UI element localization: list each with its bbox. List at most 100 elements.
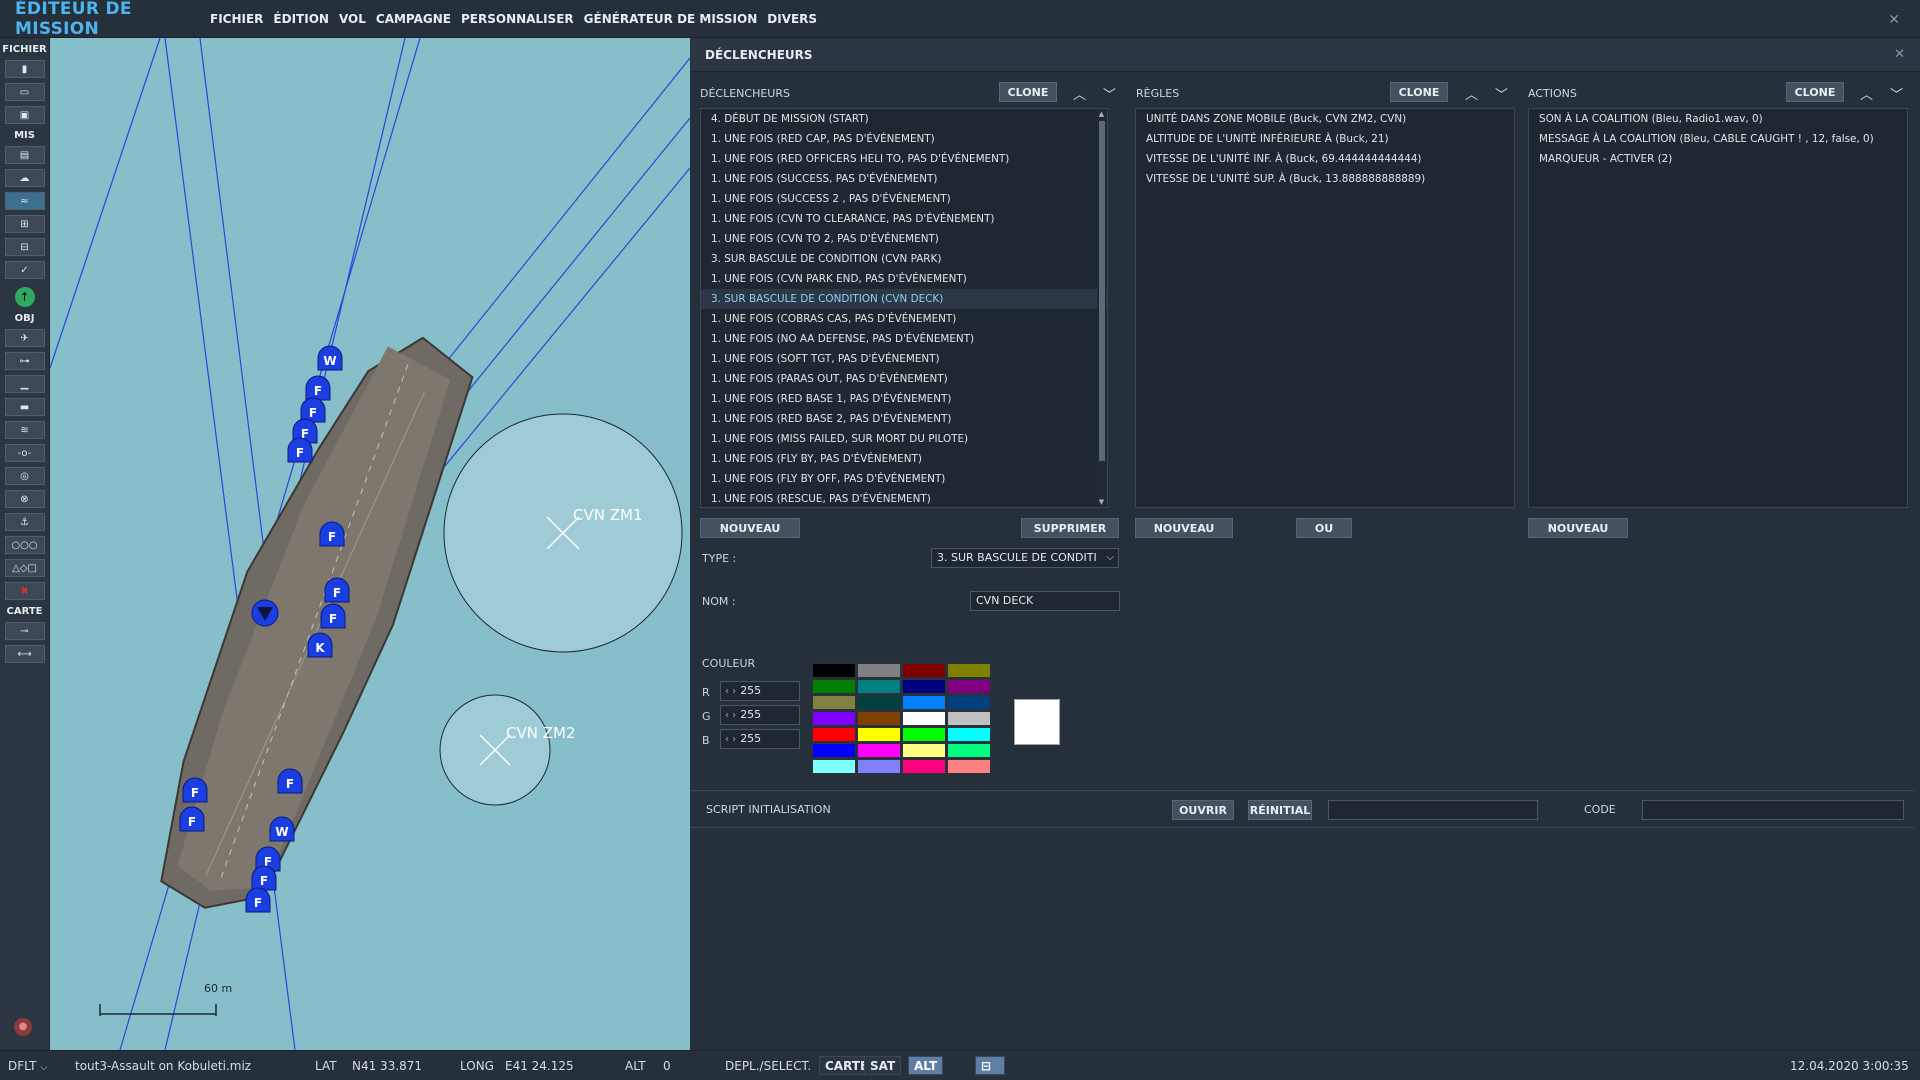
color-swatch[interactable] — [902, 663, 946, 678]
menu-campagne[interactable]: CAMPAGNE — [376, 12, 451, 26]
map-canvas[interactable]: CVN ZM1 CVN ZM2 WFFFFFFFKFFFWFFF 60 m — [50, 38, 690, 1050]
stepper-arrows-icon[interactable]: ‹ › — [721, 686, 736, 697]
triggers-down-icon[interactable]: ﹀ — [1103, 84, 1116, 103]
color-swatch[interactable] — [902, 711, 946, 726]
naval-icon[interactable]: ⚓ — [4, 513, 45, 531]
window-close-icon[interactable]: ✕ — [1888, 12, 1900, 28]
color-swatch[interactable] — [857, 743, 901, 758]
rule-item[interactable]: VITESSE DE L'UNITÉ SUP. À (Buck, 13.8888… — [1136, 169, 1514, 189]
airbase-icon[interactable]: ⊗ — [4, 490, 45, 508]
triggers-icon[interactable]: ⊞ — [4, 215, 45, 233]
action-item[interactable]: MESSAGE À LA COALITION (Bleu, CABLE CAUG… — [1529, 129, 1907, 149]
color-swatch[interactable] — [902, 727, 946, 742]
trigger-item[interactable]: 1. UNE FOIS (FLY BY OFF, PAS D'ÉVÉNEMENT… — [701, 469, 1107, 489]
g-stepper[interactable]: ‹ › 255 — [720, 705, 800, 725]
rules-down-icon[interactable]: ﹀ — [1495, 84, 1508, 103]
trigger-item[interactable]: 1. UNE FOIS (SUCCESS 2 , PAS D'ÉVÉNEMENT… — [701, 189, 1107, 209]
trigger-item[interactable]: 1. UNE FOIS (COBRAS CAS, PAS D'ÉVÉNEMENT… — [701, 309, 1107, 329]
armor-icon[interactable]: ≋ — [4, 421, 45, 439]
scroll-thumb[interactable] — [1099, 121, 1105, 461]
checkmark-icon[interactable]: ✓ — [4, 261, 45, 279]
rule-item[interactable]: VITESSE DE L'UNITÉ INF. À (Buck, 69.4444… — [1136, 149, 1514, 169]
actions-clone-button[interactable]: CLONE — [1786, 82, 1844, 102]
unit-marker[interactable]: W — [317, 345, 343, 371]
rule-item[interactable]: UNITÉ DANS ZONE MOBILE (Buck, CVN ZM2, C… — [1136, 109, 1514, 129]
trigger-delete-button[interactable]: SUPPRIMER — [1021, 518, 1119, 538]
color-swatch[interactable] — [857, 695, 901, 710]
code-input[interactable] — [1642, 800, 1904, 820]
unit-marker[interactable]: F — [251, 865, 277, 891]
color-swatch[interactable] — [947, 663, 991, 678]
color-swatch[interactable] — [902, 759, 946, 774]
triggers-list[interactable]: 4. DÉBUT DE MISSION (START) 1. UNE FOIS (… — [700, 108, 1108, 508]
trigger-item[interactable]: 1. UNE FOIS (MISS FAILED, SUR MORT DU PI… — [701, 429, 1107, 449]
trigger-item[interactable]: 1. UNE FOIS (SOFT TGT, PAS D'ÉVÉNEMENT) — [701, 349, 1107, 369]
trigger-item[interactable]: 1. UNE FOIS (PARAS OUT, PAS D'ÉVÉNEMENT) — [701, 369, 1107, 389]
record-icon[interactable]: ● — [14, 1018, 32, 1036]
target-icon[interactable]: ◎ — [4, 467, 45, 485]
unit-marker[interactable]: F — [320, 603, 346, 629]
rules-list[interactable]: UNITÉ DANS ZONE MOBILE (Buck, CVN ZM2, C… — [1135, 108, 1515, 508]
color-swatch[interactable] — [812, 663, 856, 678]
selected-unit-icon[interactable] — [251, 599, 279, 627]
triggers-clone-button[interactable]: CLONE — [999, 82, 1057, 102]
color-swatch[interactable] — [857, 711, 901, 726]
trigger-item[interactable]: 1. UNE FOIS (FLY BY, PAS D'ÉVÉNEMENT) — [701, 449, 1107, 469]
script-open-button[interactable]: OUVRIR — [1172, 800, 1234, 820]
color-swatch[interactable] — [947, 679, 991, 694]
color-swatch[interactable] — [812, 743, 856, 758]
trigger-item[interactable]: 1. UNE FOIS (RED BASE 2, PAS D'ÉVÉNEMENT… — [701, 409, 1107, 429]
scroll-down-icon[interactable]: ▼ — [1097, 497, 1106, 507]
trigger-item[interactable]: 1. UNE FOIS (NO AA DEFENSE, PAS D'ÉVÉNEM… — [701, 329, 1107, 349]
ruler-icon[interactable]: ⟷ — [4, 645, 45, 663]
color-swatch[interactable] — [812, 711, 856, 726]
unit-marker[interactable]: F — [179, 806, 205, 832]
zone-cvn-zm1[interactable]: CVN ZM1 — [443, 413, 683, 653]
trigger-item[interactable]: 1. UNE FOIS (CVN PARK END, PAS D'ÉVÉNEME… — [701, 269, 1107, 289]
trigger-item[interactable]: 1. UNE FOIS (SUCCESS, PAS D'ÉVÉNEMENT) — [701, 169, 1107, 189]
trigger-item[interactable]: 3. SUR BASCULE DE CONDITION (CVN DECK) — [701, 289, 1107, 309]
color-swatch[interactable] — [857, 727, 901, 742]
stepper-arrows-icon[interactable]: ‹ › — [721, 710, 736, 721]
menu-divers[interactable]: DIVERS — [767, 12, 817, 26]
color-swatch[interactable] — [947, 743, 991, 758]
rule-or-button[interactable]: OU — [1296, 518, 1352, 538]
trigger-item[interactable]: 1. UNE FOIS (RED OFFICERS HELI TO, PAS D… — [701, 149, 1107, 169]
briefing-icon[interactable]: ▤ — [4, 146, 45, 164]
menu-vol[interactable]: VOL — [339, 12, 366, 26]
b-stepper[interactable]: ‹ › 255 — [720, 729, 800, 749]
template-icon[interactable]: ○○○ — [4, 536, 45, 554]
color-swatch[interactable] — [902, 695, 946, 710]
zone-cvn-zm2[interactable]: CVN ZM2 — [439, 694, 576, 806]
ship-icon[interactable]: ▁ — [4, 375, 45, 393]
unit-marker[interactable]: F — [305, 375, 331, 401]
trigger-item[interactable]: 1. UNE FOIS (RED BASE 1, PAS D'ÉVÉNEMENT… — [701, 389, 1107, 409]
unit-marker[interactable]: F — [245, 887, 271, 913]
weather-icon[interactable]: ☁ — [4, 169, 45, 187]
action-item[interactable]: MARQUEUR - ACTIVER (2) — [1529, 149, 1907, 169]
color-swatch[interactable] — [812, 759, 856, 774]
color-swatch[interactable] — [857, 759, 901, 774]
color-swatch[interactable] — [947, 711, 991, 726]
color-swatch[interactable] — [857, 663, 901, 678]
save-icon[interactable]: ▣ — [4, 106, 45, 124]
move-select-mode[interactable]: DEPL./SELECT. — [725, 1059, 811, 1073]
r-stepper[interactable]: ‹ › 255 — [720, 681, 800, 701]
type-select[interactable]: 3. SUR BASCULE DE CONDITI ⌵ — [931, 548, 1119, 568]
menu-fichier[interactable]: FICHIER — [210, 12, 263, 26]
actions-list[interactable]: SON À LA COALITION (Bleu, Radio1.wav, 0)… — [1528, 108, 1908, 508]
script-reset-button[interactable]: RÉINITIAL — [1248, 800, 1312, 820]
color-swatch[interactable] — [947, 727, 991, 742]
rule-item[interactable]: ALTITUDE DE L'UNITÉ INFÉRIEURE À (Buck, … — [1136, 129, 1514, 149]
panel-close-icon[interactable]: ✕ — [1894, 47, 1905, 62]
actions-up-icon[interactable]: ︿ — [1860, 84, 1873, 103]
trigger-item[interactable]: 1. UNE FOIS (CVN TO 2, PAS D'ÉVÉNEMENT) — [701, 229, 1107, 249]
unit-marker[interactable]: F — [287, 437, 313, 463]
action-new-button[interactable]: NOUVEAU — [1528, 518, 1628, 538]
helicopter-icon[interactable]: ⊶ — [4, 352, 45, 370]
unit-marker[interactable]: W — [269, 816, 295, 842]
vehicle-icon[interactable]: ▬ — [4, 398, 45, 416]
color-swatch[interactable] — [902, 679, 946, 694]
menu-generateur[interactable]: GÉNÉRATEUR DE MISSION — [584, 12, 758, 26]
rule-new-button[interactable]: NOUVEAU — [1135, 518, 1233, 538]
